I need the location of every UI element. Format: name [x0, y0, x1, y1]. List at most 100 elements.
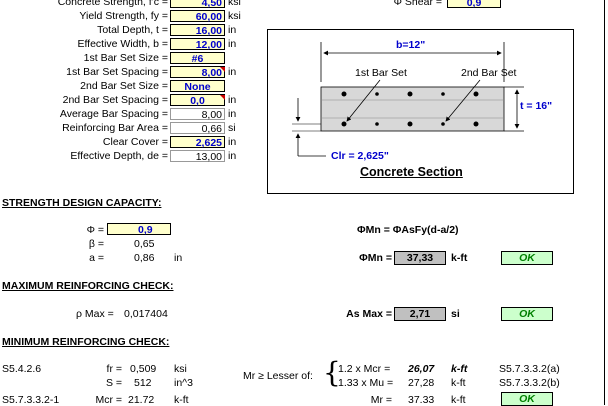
strength-header: STRENGTH DESIGN CAPACITY: — [2, 197, 162, 209]
phimn-label: ΦMn = — [359, 252, 392, 264]
depth-label: t = 16" — [520, 100, 553, 112]
input-value-cell[interactable]: #6 — [170, 52, 225, 65]
input-value-cell: 8,00 — [170, 108, 225, 121]
phi-shear-input[interactable]: 0,9 — [447, 0, 501, 9]
input-unit: in — [228, 24, 237, 36]
bottom-bar — [441, 122, 445, 126]
rho-max-value: 0,017404 — [124, 308, 168, 320]
mcr-label: Mcr = — [95, 394, 122, 406]
top-bar — [375, 92, 379, 96]
bottom-bar — [473, 121, 479, 127]
top-bar — [341, 91, 347, 97]
input-value-cell[interactable]: 2,625 — [170, 136, 225, 149]
input-label: 2nd Bar Set Size = — [80, 80, 168, 92]
input-unit: in — [228, 66, 237, 78]
mr-label: Mr = — [370, 394, 392, 406]
bottom-bar — [375, 122, 379, 126]
phimn-status-badge: OK — [501, 251, 553, 265]
input-label: 1st Bar Set Size = — [83, 52, 168, 64]
fr-unit: ksi — [174, 363, 187, 375]
input-value-cell: 0,66 — [170, 122, 225, 135]
input-unit: ksi — [228, 0, 241, 8]
input-label: 1st Bar Set Spacing = — [66, 66, 168, 78]
mcr-value: 21.72 — [128, 394, 155, 406]
as-max-status-badge: OK — [501, 307, 553, 321]
input-label: Total Depth, t = — [97, 24, 168, 36]
mr-unit: k-ft — [451, 394, 466, 406]
concrete-section-diagram: b=12" 1st Bar Set 2nd Bar Set t = 16" Cl… — [267, 29, 574, 194]
phi-label: Φ = — [86, 224, 104, 236]
input-label: Effective Width, b = — [77, 38, 168, 50]
section-title: Concrete Section — [360, 165, 463, 179]
mcr-unit: k-ft — [174, 394, 189, 406]
input-unit: in — [228, 150, 237, 162]
input-value-cell: 13,00 — [170, 150, 225, 163]
ref-s57332-1: S5.7.3.3.2-1 — [2, 394, 60, 406]
phi-shear-label: Φ Shear = — [393, 0, 442, 8]
input-value-cell[interactable]: 0,0 — [170, 94, 225, 107]
s-unit: in^3 — [174, 377, 193, 389]
bottom-bar — [407, 121, 413, 127]
mr-status-badge: OK — [501, 392, 553, 406]
opt2-value: 27,28 — [408, 377, 435, 389]
input-value-cell[interactable]: 16,00 — [170, 24, 225, 37]
input-label: Reinforcing Bar Area = — [62, 122, 168, 134]
comment-indicator-icon[interactable] — [220, 67, 225, 72]
top-bar — [407, 91, 413, 97]
input-unit: ksi — [228, 10, 241, 22]
opt2-ref: S5.7.3.3.2(b) — [499, 377, 560, 389]
ref-s5426: S5.4.2.6 — [2, 363, 42, 375]
clear-cover-label: Clr = 2,625" — [331, 150, 389, 162]
input-unit: in — [228, 108, 237, 120]
lesser-of-label: Mr ≥ Lesser of: — [243, 370, 313, 382]
input-unit: in — [228, 38, 237, 50]
input-value-cell[interactable]: 8,00 — [170, 66, 225, 79]
input-label: Effective Depth, de = — [70, 150, 168, 162]
fr-label: fr = — [106, 363, 122, 375]
input-label: Yield Strength, fy = — [79, 10, 168, 22]
input-unit: in — [228, 136, 237, 148]
strength-formula: ΦMn = ΦAsFy(d-a/2) — [357, 224, 459, 236]
rho-max-label: ρ Max = — [76, 308, 114, 320]
opt1-label: 1.2 x Mcr = — [338, 363, 391, 375]
as-max-unit: si — [451, 308, 460, 320]
input-value-cell[interactable]: None — [170, 80, 225, 93]
input-unit: si — [228, 122, 236, 134]
fr-value: 0,509 — [130, 363, 157, 375]
opt1-value: 26,07 — [408, 363, 435, 375]
as-max-value: 2,71 — [394, 307, 446, 321]
input-label: Clear Cover = — [102, 136, 168, 148]
input-value-cell[interactable]: 4,50 — [170, 0, 225, 9]
input-unit: in — [228, 94, 237, 106]
sheet-edge — [604, 0, 605, 405]
input-label: Average Bar Spacing = — [59, 108, 168, 120]
a-unit: in — [174, 252, 183, 264]
phimn-value: 37,33 — [394, 251, 446, 265]
comment-indicator-icon[interactable] — [220, 95, 225, 100]
as-max-label: As Max = — [346, 308, 392, 320]
input-label: Concrete Strength, f'c = — [57, 0, 168, 8]
phimn-unit: k-ft — [451, 252, 468, 264]
input-value-cell[interactable]: 12,00 — [170, 38, 225, 51]
opt1-ref: S5.7.3.3.2(a) — [499, 363, 560, 375]
opt2-label: 1.33 x Mu = — [338, 377, 394, 389]
input-label: 2nd Bar Set Spacing = — [62, 94, 168, 106]
minimum-header: MINIMUM REINFORCING CHECK: — [2, 336, 170, 348]
opt2-unit: k-ft — [451, 377, 466, 389]
beta-label: β = — [88, 238, 104, 250]
s-value: 512 — [134, 377, 152, 389]
bar2-label: 2nd Bar Set — [461, 67, 517, 79]
opt1-unit: k-ft — [451, 363, 468, 375]
beta-value: 0,65 — [134, 238, 155, 250]
bar1-label: 1st Bar Set — [355, 67, 407, 79]
s-label: S = — [105, 377, 122, 389]
phi-input[interactable]: 0,9 — [107, 223, 171, 236]
width-label: b=12" — [396, 39, 426, 51]
input-value-cell[interactable]: 60,00 — [170, 10, 225, 23]
a-value: 0,86 — [134, 252, 155, 264]
top-bar — [473, 91, 479, 97]
top-bar — [441, 92, 445, 96]
mr-value: 37.33 — [408, 394, 435, 406]
maximum-header: MAXIMUM REINFORCING CHECK: — [2, 280, 174, 292]
a-label: a = — [89, 252, 104, 264]
